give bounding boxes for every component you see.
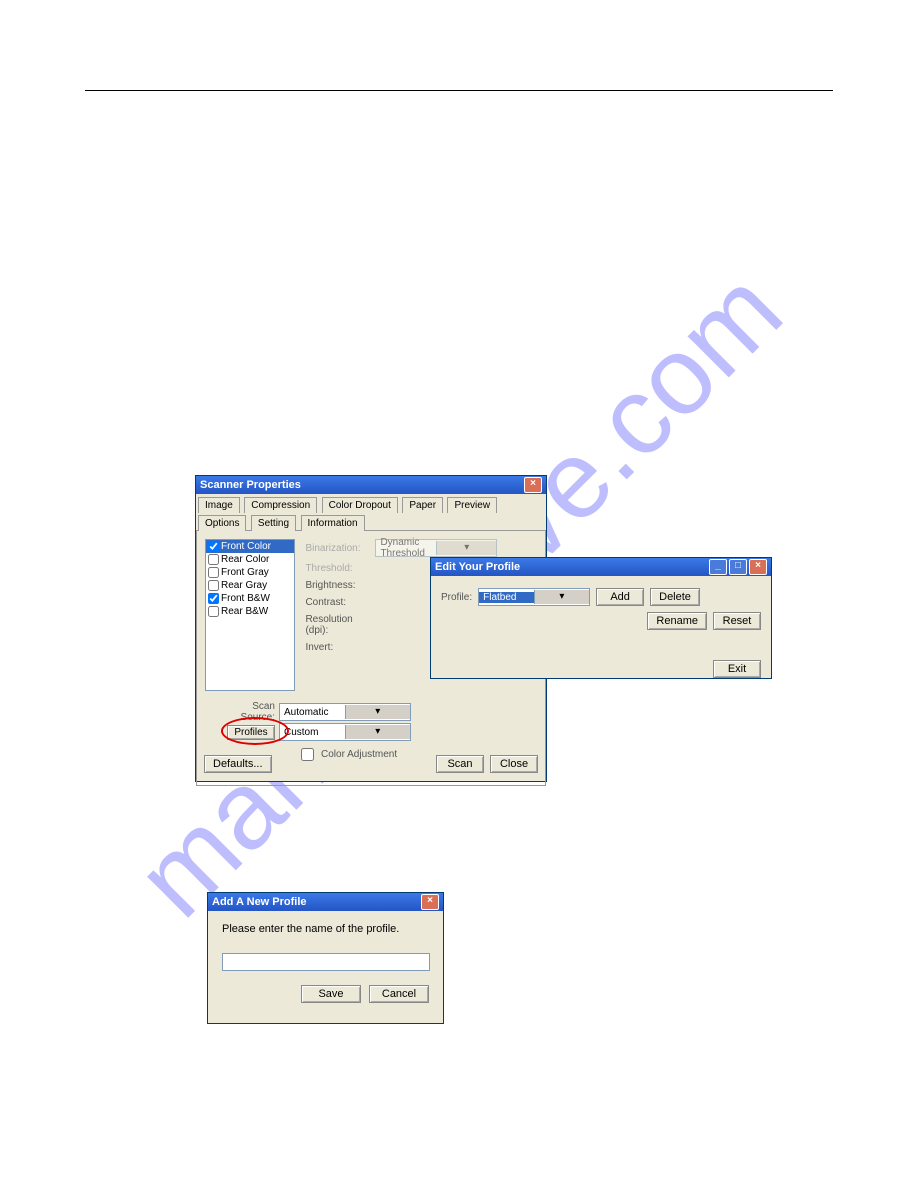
resolution-label: Resolution (dpi): xyxy=(305,614,375,636)
tab-options[interactable]: Options xyxy=(198,515,246,531)
tab-color-dropout[interactable]: Color Dropout xyxy=(322,497,398,513)
edit-profile-body: Profile: Flatbed ▾ Add Delete Rename Res… xyxy=(431,576,771,686)
close-icon[interactable]: × xyxy=(524,477,542,493)
tab-paper[interactable]: Paper xyxy=(402,497,443,513)
list-item-rear-color[interactable]: Rear Color xyxy=(206,553,294,566)
front-gray-label: Front Gray xyxy=(221,567,269,578)
delete-button[interactable]: Delete xyxy=(650,588,700,606)
add-profile-dialog: Add A New Profile × Please enter the nam… xyxy=(207,892,444,1024)
profiles-value: Custom xyxy=(280,727,345,738)
brightness-label: Brightness: xyxy=(305,580,375,591)
list-item-rear-bw[interactable]: Rear B&W xyxy=(206,605,294,618)
edit-profile-dialog: Edit Your Profile _ □ × Profile: Flatbed… xyxy=(430,557,772,679)
front-color-checkbox[interactable] xyxy=(208,541,219,552)
close-button[interactable]: Close xyxy=(490,755,538,773)
profile-label: Profile: xyxy=(441,592,472,603)
tab-preview[interactable]: Preview xyxy=(447,497,497,513)
chevron-down-icon: ▾ xyxy=(436,541,497,555)
contrast-label: Contrast: xyxy=(305,597,375,608)
scanner-tabs: Image Compression Color Dropout Paper Pr… xyxy=(196,494,546,531)
edit-profile-title: Edit Your Profile xyxy=(435,561,707,573)
scan-source-value: Automatic xyxy=(280,707,345,718)
profile-combo[interactable]: Flatbed ▾ xyxy=(478,588,590,606)
profile-value: Flatbed xyxy=(479,592,534,603)
front-bw-label: Front B&W xyxy=(221,593,270,604)
add-profile-prompt: Please enter the name of the profile. xyxy=(222,923,429,935)
threshold-label: Threshold: xyxy=(305,563,375,574)
list-item-front-color[interactable]: Front Color xyxy=(206,540,294,553)
scanner-properties-title: Scanner Properties xyxy=(200,479,522,491)
close-icon[interactable]: × xyxy=(421,894,439,910)
add-profile-titlebar[interactable]: Add A New Profile × xyxy=(208,893,443,911)
cancel-button[interactable]: Cancel xyxy=(369,985,429,1003)
tab-compression[interactable]: Compression xyxy=(244,497,317,513)
rear-bw-checkbox[interactable] xyxy=(208,606,219,617)
tab-information[interactable]: Information xyxy=(301,515,365,531)
defaults-button[interactable]: Defaults... xyxy=(204,755,272,773)
invert-label: Invert: xyxy=(305,642,375,653)
binarization-label: Binarization: xyxy=(305,543,375,554)
close-icon[interactable]: × xyxy=(749,559,767,575)
profiles-combo[interactable]: Custom ▾ xyxy=(279,723,411,741)
front-gray-checkbox[interactable] xyxy=(208,567,219,578)
list-item-rear-gray[interactable]: Rear Gray xyxy=(206,579,294,592)
add-profile-title: Add A New Profile xyxy=(212,896,419,908)
chevron-down-icon[interactable]: ▾ xyxy=(345,705,411,719)
edit-profile-titlebar[interactable]: Edit Your Profile _ □ × xyxy=(431,558,771,576)
add-button[interactable]: Add xyxy=(596,588,644,606)
image-selection-list[interactable]: Front Color Rear Color Front Gray Rear G… xyxy=(205,539,295,691)
list-item-front-bw[interactable]: Front B&W xyxy=(206,592,294,605)
save-button[interactable]: Save xyxy=(301,985,361,1003)
reset-button[interactable]: Reset xyxy=(713,612,761,630)
rear-color-checkbox[interactable] xyxy=(208,554,219,565)
minimize-icon[interactable]: _ xyxy=(709,559,727,575)
add-profile-body: Please enter the name of the profile. Sa… xyxy=(208,911,443,1015)
scan-button[interactable]: Scan xyxy=(436,755,484,773)
binarization-combo: Dynamic Threshold ▾ xyxy=(375,539,497,557)
front-color-label: Front Color xyxy=(221,541,271,552)
scan-source-combo[interactable]: Automatic ▾ xyxy=(279,703,411,721)
scanner-bottom-buttons: Defaults... Scan Close xyxy=(204,755,538,773)
tab-image[interactable]: Image xyxy=(198,497,240,513)
rear-bw-label: Rear B&W xyxy=(221,606,268,617)
rear-color-label: Rear Color xyxy=(221,554,269,565)
tab-setting[interactable]: Setting xyxy=(251,515,296,531)
list-item-front-gray[interactable]: Front Gray xyxy=(206,566,294,579)
maximize-icon[interactable]: □ xyxy=(729,559,747,575)
exit-button[interactable]: Exit xyxy=(713,660,761,678)
chevron-down-icon[interactable]: ▾ xyxy=(534,590,590,604)
profile-name-input[interactable] xyxy=(222,953,430,971)
profiles-button[interactable]: Profiles xyxy=(227,725,275,740)
rename-button[interactable]: Rename xyxy=(647,612,707,630)
chevron-down-icon[interactable]: ▾ xyxy=(345,725,411,739)
rear-gray-checkbox[interactable] xyxy=(208,580,219,591)
rear-gray-label: Rear Gray xyxy=(221,580,267,591)
scan-source-label: Scan Source: xyxy=(227,701,275,723)
front-bw-checkbox[interactable] xyxy=(208,593,219,604)
page-rule xyxy=(85,90,833,91)
scanner-properties-titlebar[interactable]: Scanner Properties × xyxy=(196,476,546,494)
binarization-value: Dynamic Threshold xyxy=(376,537,436,559)
